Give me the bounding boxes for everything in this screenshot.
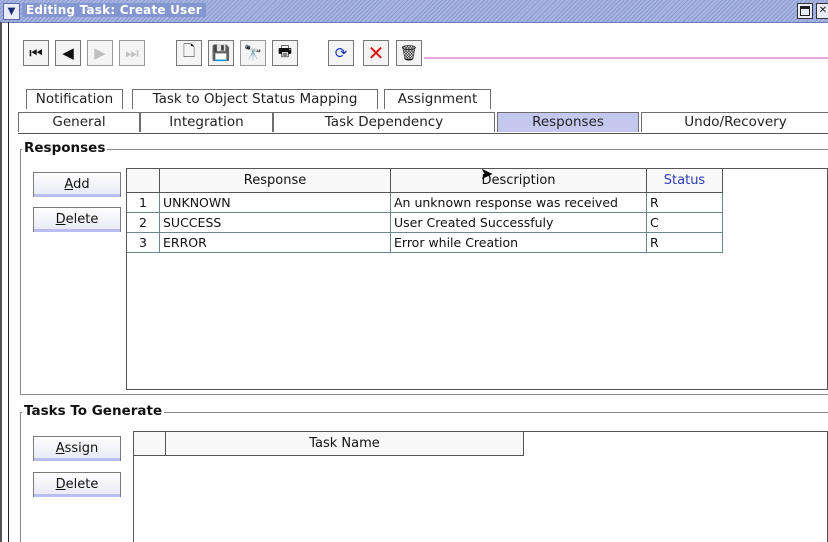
new-button[interactable]: 🗋 [176,40,202,66]
new-document-icon: 🗋 [182,41,196,60]
close-icon[interactable]: ✕ [816,3,828,19]
assign-button-label: Assign [55,441,99,456]
status-cell[interactable]: R [647,233,723,253]
column-header-response[interactable]: Response [160,169,391,193]
column-header-status[interactable]: Status [647,169,723,193]
row-number-header [127,169,160,193]
query-button[interactable]: 🖶 [272,40,298,66]
delete-response-button[interactable]: Delete [33,207,121,232]
cancel-x-icon: ✕ [367,41,385,65]
refresh-button[interactable]: ⟳ [328,40,354,66]
column-header-task-name[interactable]: Task Name [166,432,524,456]
previous-record-icon: ◀ [62,44,74,62]
next-record-button[interactable]: ▶ [87,40,113,66]
save-icon: 💾 [211,44,231,62]
window-menu-chevron-icon[interactable]: ▼ [3,3,20,20]
description-cell[interactable]: User Created Successfuly [391,213,647,233]
last-record-icon: ⏭ [125,44,139,62]
next-record-icon: ▶ [94,44,106,62]
assign-task-button[interactable]: Assign [33,436,121,461]
responses-frame-bottom [20,394,828,395]
add-button-label: Add [64,177,90,192]
add-response-button[interactable]: Add [33,172,121,197]
tab-general[interactable]: General [18,112,140,132]
refresh-icon: ⟳ [334,44,348,62]
toolbar-accent-line [424,57,828,59]
tasks-frame-left [20,412,21,542]
window-inner-border [8,22,9,542]
row-number: 1 [127,193,160,213]
tab-integration[interactable]: Integration [140,112,273,132]
last-record-button[interactable]: ⏭ [119,40,145,66]
row-number-header [134,432,166,456]
status-cell[interactable]: C [647,213,723,233]
tab-task-dependency[interactable]: Task Dependency [273,112,495,132]
response-cell[interactable]: UNKNOWN [160,193,391,213]
window-title-bar[interactable]: ▼ Editing Task: Create User ✕ [0,0,828,23]
responses-table[interactable]: Response Description Status 1 UNKNOWN An… [126,168,828,390]
response-cell[interactable]: ERROR [160,233,391,253]
status-cell[interactable]: R [647,193,723,213]
find-button[interactable]: 🔭 [240,40,266,66]
trash-icon: 🗑 [399,44,419,62]
tab-baseline [18,133,828,134]
tab-task-to-object-status-mapping[interactable]: Task to Object Status Mapping [132,89,378,109]
delete-button[interactable]: 🗑 [396,40,422,66]
responses-frame-left [20,149,21,394]
tab-notification[interactable]: Notification [26,89,123,109]
tasks-to-generate-title: Tasks To Generate [22,403,165,419]
tab-undo-recovery[interactable]: Undo/Recovery [641,112,828,132]
first-record-icon: ⏮ [29,44,43,62]
responses-frame-top [20,149,828,150]
delete-button-label: Delete [55,212,99,227]
mouse-cursor-icon: ➤ [480,164,494,183]
tab-assignment[interactable]: Assignment [384,89,491,109]
description-cell[interactable]: An unknown response was received [391,193,647,213]
row-number: 2 [127,213,160,233]
row-number: 3 [127,233,160,253]
window-title: Editing Task: Create User [22,3,206,17]
delete-task-button-label: Delete [55,477,99,492]
tasks-table[interactable]: Task Name [133,431,828,542]
save-button[interactable]: 💾 [208,40,234,66]
cancel-button[interactable]: ✕ [363,40,389,66]
response-cell[interactable]: SUCCESS [160,213,391,233]
responses-section-title: Responses [22,140,108,156]
query-icon: 🖶 [277,41,293,60]
maximize-icon[interactable] [797,3,813,19]
window-left-border [0,22,2,542]
previous-record-button[interactable]: ◀ [55,40,81,66]
tab-responses[interactable]: Responses [497,112,639,132]
first-record-button[interactable]: ⏮ [23,40,49,66]
column-header-description[interactable]: Description [391,169,647,193]
binoculars-icon: 🔭 [243,44,263,62]
delete-task-button[interactable]: Delete [33,472,121,497]
description-cell[interactable]: Error while Creation [391,233,647,253]
